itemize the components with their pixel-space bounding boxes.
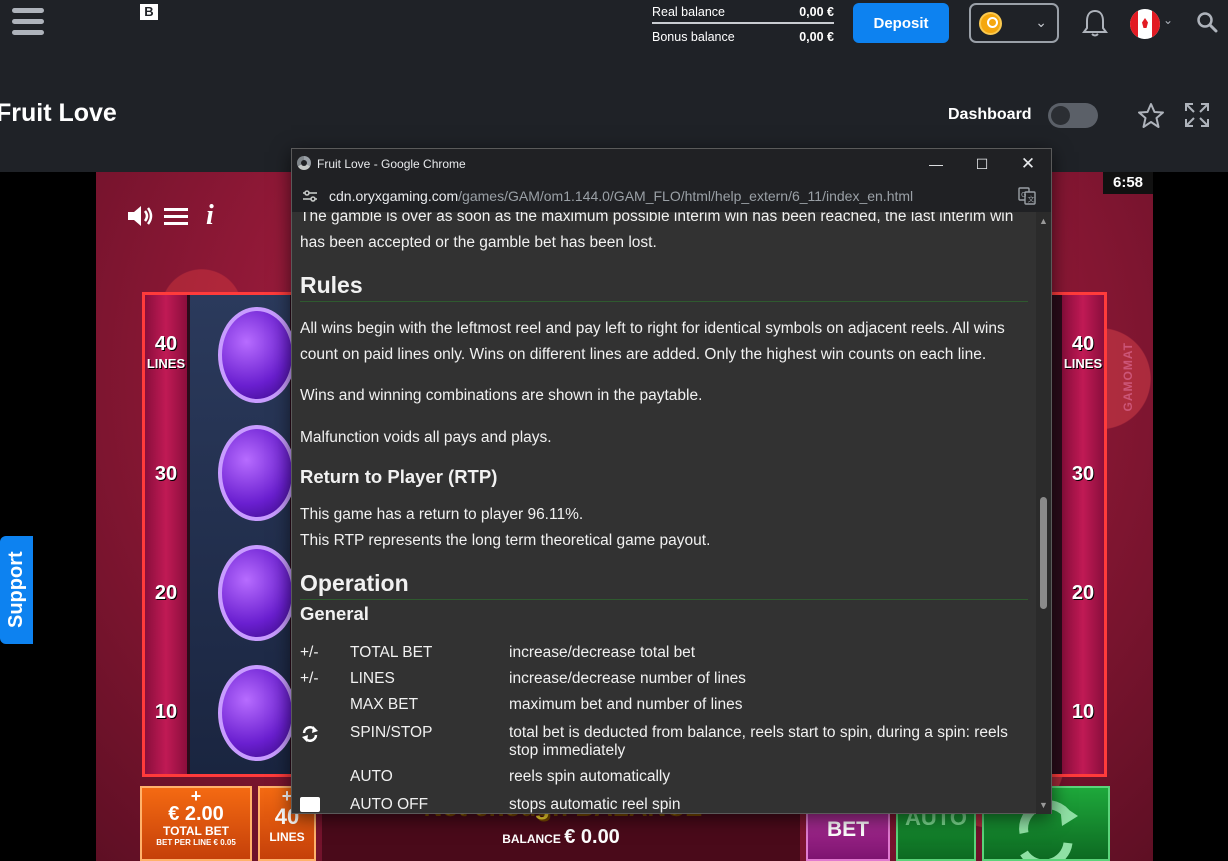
game-title: Fruit Love: [0, 99, 117, 127]
real-balance-value: 0,00 €: [799, 5, 834, 19]
bonus-balance-label: Bonus balance: [652, 30, 735, 44]
support-button[interactable]: Support: [0, 536, 33, 644]
line-marker: 30: [154, 463, 178, 485]
search-icon[interactable]: [1196, 11, 1218, 33]
maximize-button[interactable]: ☐: [959, 149, 1005, 179]
svg-text:文: 文: [1028, 195, 1035, 204]
svg-text:G: G: [1021, 191, 1026, 199]
user-avatar-icon: [979, 12, 1002, 35]
bell-icon[interactable]: [1081, 8, 1109, 38]
help-popup-window: Fruit Love - Google Chrome — ☐ ✕ cdn.ory…: [291, 148, 1052, 814]
popup-url[interactable]: cdn.oryxgaming.com/games/GAM/om1.144.0/G…: [329, 188, 913, 204]
line-indicator-right: 40 LINES 30 20 10: [1062, 295, 1104, 774]
scroll-down-arrow-icon[interactable]: ▼: [1039, 800, 1048, 810]
plum-symbol-icon: [218, 307, 296, 403]
star-icon[interactable]: [1136, 101, 1166, 131]
game-balance: BALANCE € 0.00: [502, 826, 620, 848]
dashboard-label: Dashboard: [948, 106, 1032, 123]
rtp-paragraph: This game has a return to player 96.11%.: [300, 506, 584, 523]
popup-titlebar[interactable]: Fruit Love - Google Chrome — ☐ ✕: [292, 149, 1051, 179]
line-marker: 20: [154, 582, 178, 604]
line-marker: 10: [1071, 701, 1095, 723]
line-indicator-left: 40 LINES 30 20 10: [145, 295, 187, 774]
plum-symbol-icon: [218, 425, 296, 521]
popup-title: Fruit Love - Google Chrome: [317, 157, 466, 171]
site-settings-icon[interactable]: [302, 188, 318, 204]
chevron-down-icon[interactable]: ⌄: [1163, 13, 1173, 27]
rules-paragraph: Wins and winning combinations are shown …: [300, 387, 703, 404]
minimize-button[interactable]: —: [913, 149, 959, 179]
bet-per-line-label: BET PER LINE € 0.05: [156, 838, 236, 847]
general-heading: General: [300, 603, 369, 624]
scroll-up-arrow-icon[interactable]: ▲: [1039, 216, 1048, 226]
scroll-thumb[interactable]: [1040, 497, 1047, 609]
plum-symbol-icon: [218, 545, 296, 641]
rules-heading: Rules: [300, 272, 1028, 302]
auto-off-icon: [300, 797, 320, 812]
gamble-paragraph: The gamble is over as soon as the maximu…: [300, 212, 1014, 251]
bonus-balance-value: 0,00 €: [799, 30, 834, 44]
line-marker: 20: [1071, 582, 1095, 604]
rules-paragraph: Malfunction voids all pays and plays.: [300, 429, 552, 446]
total-bet-label: TOTAL BET: [163, 824, 229, 838]
dashboard-toggle[interactable]: [1048, 103, 1098, 128]
bonus-balance-row: Bonus balance 0,00 €: [652, 26, 834, 48]
plus-icon[interactable]: +: [142, 787, 250, 805]
lines-label: LINES: [269, 830, 305, 844]
rules-paragraph: All wins begin with the leftmost reel an…: [300, 320, 1005, 363]
info-icon[interactable]: i: [206, 200, 214, 232]
paytable-menu-icon[interactable]: [164, 206, 188, 226]
rtp-heading: Return to Player (RTP): [300, 466, 498, 487]
real-balance-label: Real balance: [652, 5, 725, 19]
speaker-icon[interactable]: [126, 203, 154, 229]
game-clock: 6:58: [1103, 172, 1153, 194]
chrome-icon: [297, 156, 311, 170]
total-bet-control[interactable]: + € 2.00 TOTAL BET BET PER LINE € 0.05: [140, 786, 252, 861]
total-bet-amount: € 2.00: [168, 803, 224, 825]
close-button[interactable]: ✕: [1005, 149, 1051, 179]
lines-top-indicator: 40 LINES: [1063, 333, 1103, 371]
canada-flag-icon[interactable]: [1130, 9, 1160, 39]
rtp-paragraph: This RTP represents the long term theore…: [300, 532, 711, 549]
real-balance-row: Real balance 0,00 €: [652, 2, 834, 24]
line-marker: 30: [1071, 463, 1095, 485]
brand-logo: GAMOMAT: [1121, 342, 1135, 412]
game-toolbar: i: [126, 200, 214, 232]
reel-1: [190, 295, 296, 774]
popup-address-bar[interactable]: cdn.oryxgaming.com/games/GAM/om1.144.0/G…: [292, 179, 1051, 212]
translate-icon[interactable]: G 文: [1018, 187, 1036, 205]
help-content[interactable]: The gamble is over as soon as the maximu…: [292, 212, 1038, 814]
line-marker: 10: [154, 701, 178, 723]
plum-symbol-icon: [218, 665, 296, 761]
lines-top-indicator: 40 LINES: [146, 333, 186, 371]
account-dropdown[interactable]: ⌄: [969, 3, 1059, 43]
chevron-down-icon: ⌄: [1035, 14, 1047, 30]
fullscreen-icon[interactable]: [1183, 101, 1211, 129]
popup-scrollbar[interactable]: ▲ ▼: [1036, 212, 1051, 814]
deposit-button[interactable]: Deposit: [853, 3, 949, 43]
site-logo[interactable]: B: [140, 4, 158, 20]
balance-panel: Real balance 0,00 € Bonus balance 0,00 €: [652, 2, 834, 48]
menu-icon[interactable]: [12, 8, 44, 36]
site-header: B Real balance 0,00 € Bonus balance 0,00…: [0, 0, 1228, 172]
spin-icon: [302, 726, 318, 742]
operation-heading: Operation: [300, 570, 1028, 600]
